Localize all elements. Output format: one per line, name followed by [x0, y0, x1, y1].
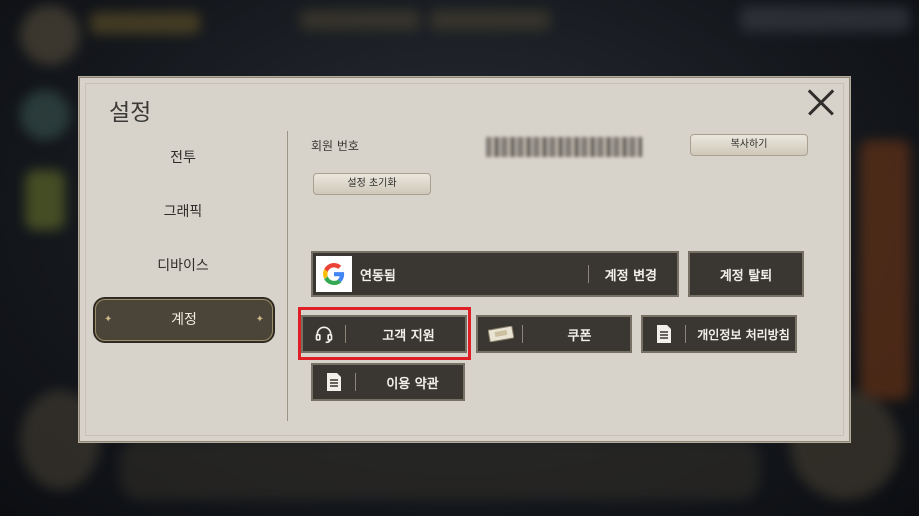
bg-currency	[300, 10, 420, 30]
member-number-label: 회원 번호	[311, 139, 359, 153]
coupon-label: 쿠폰	[567, 328, 592, 344]
privacy-policy-button[interactable]: 개인정보 처리방침	[641, 315, 797, 353]
nav-divider	[287, 131, 288, 421]
nav-graphics[interactable]: 그래픽	[95, 192, 271, 232]
bg-bottom-bar	[120, 440, 760, 500]
reset-settings-button[interactable]: 설정 초기화	[313, 173, 431, 195]
terms-of-service-button[interactable]: 이용 약관	[311, 363, 465, 401]
google-icon	[316, 256, 352, 292]
coupon-button[interactable]: 쿠폰	[476, 315, 632, 353]
separator	[355, 373, 356, 391]
member-number-value-blurred	[486, 137, 642, 157]
dialog-title: 설정	[109, 100, 152, 126]
highlight-box	[298, 307, 471, 360]
nav-account-label: 계정	[171, 312, 197, 328]
separator	[685, 325, 686, 343]
delete-account-button[interactable]: 계정 탈퇴	[688, 251, 804, 297]
separator	[587, 265, 589, 283]
nav-account[interactable]: ✦ 계정 ✦	[95, 299, 273, 341]
nav-device[interactable]: 디바이스	[95, 246, 271, 286]
bg-avatar	[20, 5, 80, 65]
bg-currency-2	[430, 10, 550, 30]
google-link-button[interactable]: 연동됨 계정 변경	[311, 251, 679, 297]
bg-top-icons	[740, 6, 910, 32]
bg-side-icon	[20, 90, 70, 140]
nav-combat[interactable]: 전투	[95, 138, 271, 178]
document-icon	[319, 365, 349, 399]
document-icon	[649, 317, 679, 351]
separator	[522, 325, 523, 343]
bg-name-banner	[90, 12, 200, 34]
close-icon[interactable]	[806, 87, 836, 117]
ornament-star-icon: ✦	[255, 314, 264, 325]
bg-right-panel	[860, 140, 910, 400]
bg-side-icon-2	[25, 170, 65, 230]
privacy-policy-label: 개인정보 처리방침	[697, 327, 790, 342]
ticket-icon	[486, 317, 516, 351]
change-account-label: 계정 변경	[604, 268, 657, 284]
linked-status-label: 연동됨	[360, 268, 396, 284]
copy-button[interactable]: 복사하기	[690, 134, 808, 156]
settings-dialog: 설정 전투 그래픽 디바이스 ✦ 계정 ✦ 회원 번호 복사하기 설정 초기화 …	[78, 76, 851, 443]
ornament-star-icon: ✦	[104, 314, 113, 325]
terms-label: 이용 약관	[386, 376, 439, 392]
